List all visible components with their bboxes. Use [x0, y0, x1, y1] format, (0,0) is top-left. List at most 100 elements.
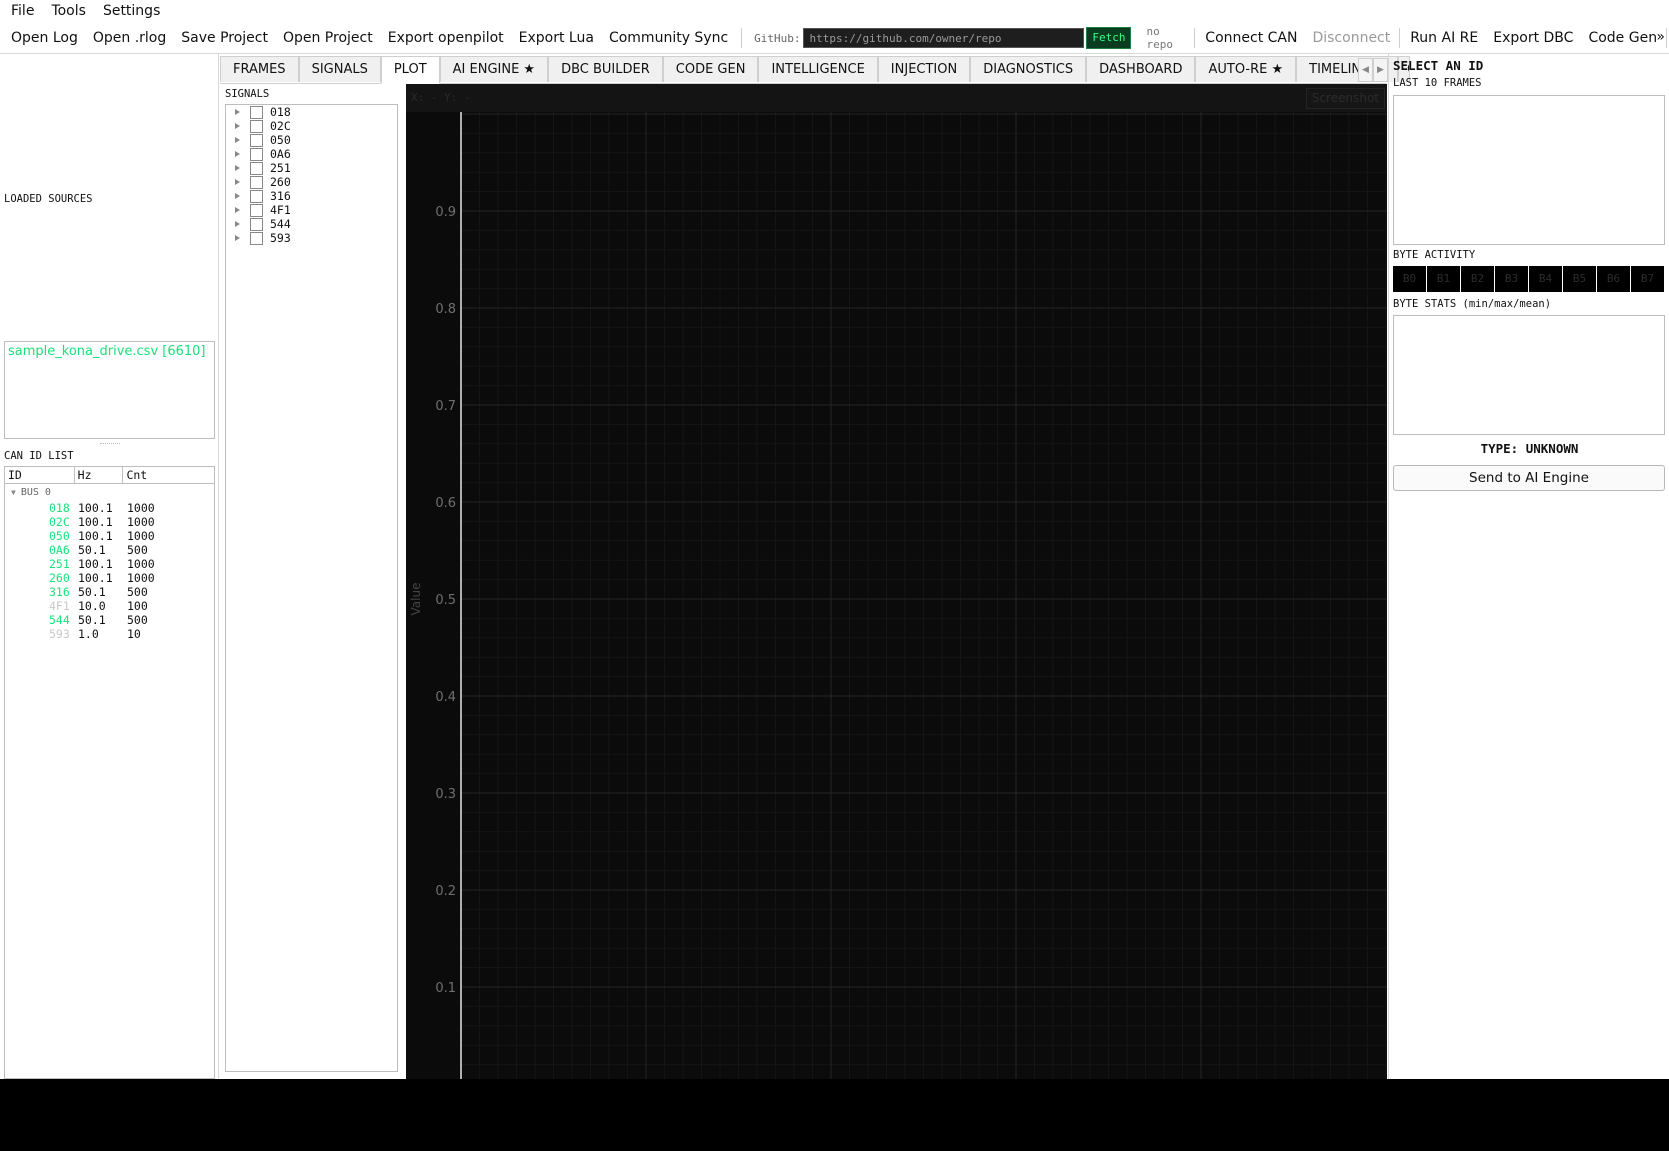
- signal-tree-item[interactable]: 251: [226, 161, 397, 175]
- signal-checkbox[interactable]: [250, 147, 263, 161]
- expand-arrow-icon[interactable]: [235, 179, 240, 185]
- column-header-hz[interactable]: Hz: [75, 467, 124, 483]
- table-row[interactable]: 316 50.1 500: [5, 585, 214, 599]
- can-id-cell: 260: [49, 571, 70, 585]
- column-header-cnt[interactable]: Cnt: [123, 467, 214, 483]
- can-id-cell: 593: [49, 627, 70, 641]
- table-row[interactable]: 260 100.1 1000: [5, 571, 214, 585]
- signal-tree-item[interactable]: 050: [226, 133, 397, 147]
- count-cell: 500: [127, 543, 148, 557]
- expand-arrow-icon[interactable]: [235, 165, 240, 171]
- tab-diagnostics[interactable]: DIAGNOSTICS: [970, 56, 1087, 82]
- repo-status: no repo: [1146, 25, 1173, 51]
- open-rlog-button[interactable]: Open .rlog: [85, 30, 173, 46]
- signal-label: 02C: [270, 119, 291, 133]
- signal-label: 050: [270, 133, 291, 147]
- y-tick-label: 0.8: [435, 302, 456, 317]
- signal-checkbox[interactable]: [250, 105, 263, 119]
- menu-settings[interactable]: Settings: [92, 3, 166, 19]
- menubar: File Tools Settings: [0, 0, 1669, 22]
- plot-canvas[interactable]: 0.9 0.8 0.7 0.6 0.5 0.4 0.3 0.2 0.1 Value: [406, 84, 1387, 1079]
- y-tick-label: 0.3: [435, 787, 456, 802]
- tab-scroll-right-icon[interactable]: ▶: [1373, 58, 1388, 82]
- expand-arrow-icon[interactable]: [235, 137, 240, 143]
- github-url-input[interactable]: [803, 28, 1085, 48]
- tab-bar: FRAMES SIGNALS PLOT AI ENGINE ★ DBC BUILDER C…: [220, 56, 1411, 84]
- expand-arrow-icon[interactable]: [235, 109, 240, 115]
- app-window: File Tools Settings Open Log Open .rlog …: [0, 0, 1669, 1079]
- table-row[interactable]: 050 100.1 1000: [5, 529, 214, 543]
- signal-tree-item[interactable]: 544: [226, 217, 397, 231]
- signal-tree-item[interactable]: 316: [226, 189, 397, 203]
- toolbar-overflow-icon[interactable]: »: [1656, 29, 1665, 45]
- tab-scroll-left-icon[interactable]: ◀: [1358, 58, 1373, 82]
- disconnect-button[interactable]: Disconnect: [1304, 30, 1397, 46]
- table-row[interactable]: 018 100.1 1000: [5, 501, 214, 515]
- signal-tree-item[interactable]: 018: [226, 105, 397, 119]
- table-header: ID Hz Cnt: [5, 467, 214, 484]
- can-id-cell: 02C: [49, 515, 70, 529]
- tab-auto-re[interactable]: AUTO-RE ★: [1195, 56, 1297, 82]
- run-ai-re-button[interactable]: Run AI RE: [1402, 30, 1485, 46]
- expand-arrow-icon[interactable]: [235, 193, 240, 199]
- table-row[interactable]: 4F1 10.0 100: [5, 599, 214, 613]
- tab-code-gen[interactable]: CODE GEN: [662, 56, 759, 82]
- panel-splitter-handle[interactable]: [100, 443, 120, 446]
- expand-arrow-icon[interactable]: [235, 123, 240, 129]
- table-row[interactable]: 0A6 50.1 500: [5, 543, 214, 557]
- export-dbc-button[interactable]: Export DBC: [1485, 30, 1580, 46]
- signal-tree-item[interactable]: 02C: [226, 119, 397, 133]
- count-cell: 1000: [127, 557, 155, 571]
- expand-arrow-icon[interactable]: [235, 151, 240, 157]
- tab-intelligence[interactable]: INTELLIGENCE: [758, 56, 878, 82]
- can-id-cell: 544: [49, 613, 70, 627]
- connect-can-button[interactable]: Connect CAN: [1197, 30, 1304, 46]
- fetch-button[interactable]: Fetch: [1086, 27, 1132, 49]
- count-cell: 100: [127, 599, 148, 613]
- send-to-ai-engine-button[interactable]: Send to AI Engine: [1393, 465, 1665, 491]
- table-row[interactable]: 544 50.1 500: [5, 613, 214, 627]
- table-row[interactable]: 251 100.1 1000: [5, 557, 214, 571]
- table-row[interactable]: 593 1.0 10: [5, 627, 214, 641]
- tab-injection[interactable]: INJECTION: [877, 56, 971, 82]
- signal-checkbox[interactable]: [250, 203, 263, 217]
- chevron-down-icon[interactable]: ▼: [11, 488, 16, 497]
- tab-plot[interactable]: PLOT: [380, 56, 440, 84]
- open-log-button[interactable]: Open Log: [0, 30, 85, 46]
- expand-arrow-icon[interactable]: [235, 235, 240, 241]
- tab-signals[interactable]: SIGNALS: [298, 56, 381, 82]
- bus-group[interactable]: ▼ BUS 0: [5, 484, 214, 501]
- signal-checkbox[interactable]: [250, 119, 263, 133]
- community-sync-button[interactable]: Community Sync: [601, 30, 735, 46]
- can-id-cell: 018: [49, 501, 70, 515]
- byte-activity-label: BYTE ACTIVITY: [1393, 249, 1476, 261]
- signal-tree-item[interactable]: 260: [226, 175, 397, 189]
- expand-arrow-icon[interactable]: [235, 221, 240, 227]
- plot-area[interactable]: X: - Y: - Screenshot 0.9 0.8 0.7 0.6 0.5 0.4 0…: [406, 84, 1387, 1079]
- signal-checkbox[interactable]: [250, 189, 263, 203]
- signal-checkbox[interactable]: [250, 217, 263, 231]
- open-project-button[interactable]: Open Project: [275, 30, 380, 46]
- code-gen-button[interactable]: Code Gen: [1580, 30, 1664, 46]
- signal-tree-item[interactable]: 4F1: [226, 203, 397, 217]
- export-openpilot-button[interactable]: Export openpilot: [380, 30, 511, 46]
- export-lua-button[interactable]: Export Lua: [511, 30, 601, 46]
- save-project-button[interactable]: Save Project: [173, 30, 275, 46]
- tab-dashboard[interactable]: DASHBOARD: [1086, 56, 1196, 82]
- tab-ai-engine[interactable]: AI ENGINE ★: [439, 56, 549, 82]
- source-item[interactable]: sample_kona_drive.csv [6610]: [8, 344, 206, 359]
- column-header-id[interactable]: ID: [5, 467, 75, 483]
- menu-file[interactable]: File: [0, 3, 40, 19]
- signal-checkbox[interactable]: [250, 231, 263, 245]
- signal-checkbox[interactable]: [250, 161, 263, 175]
- tab-dbc-builder[interactable]: DBC BUILDER: [548, 56, 663, 82]
- signal-tree-item[interactable]: 593: [226, 231, 397, 245]
- signal-checkbox[interactable]: [250, 133, 263, 147]
- menu-tools[interactable]: Tools: [40, 3, 92, 19]
- y-tick-label: 0.9: [435, 205, 456, 220]
- tab-frames[interactable]: FRAMES: [220, 56, 299, 82]
- table-row[interactable]: 02C 100.1 1000: [5, 515, 214, 529]
- signal-checkbox[interactable]: [250, 175, 263, 189]
- expand-arrow-icon[interactable]: [235, 207, 240, 213]
- signal-tree-item[interactable]: 0A6: [226, 147, 397, 161]
